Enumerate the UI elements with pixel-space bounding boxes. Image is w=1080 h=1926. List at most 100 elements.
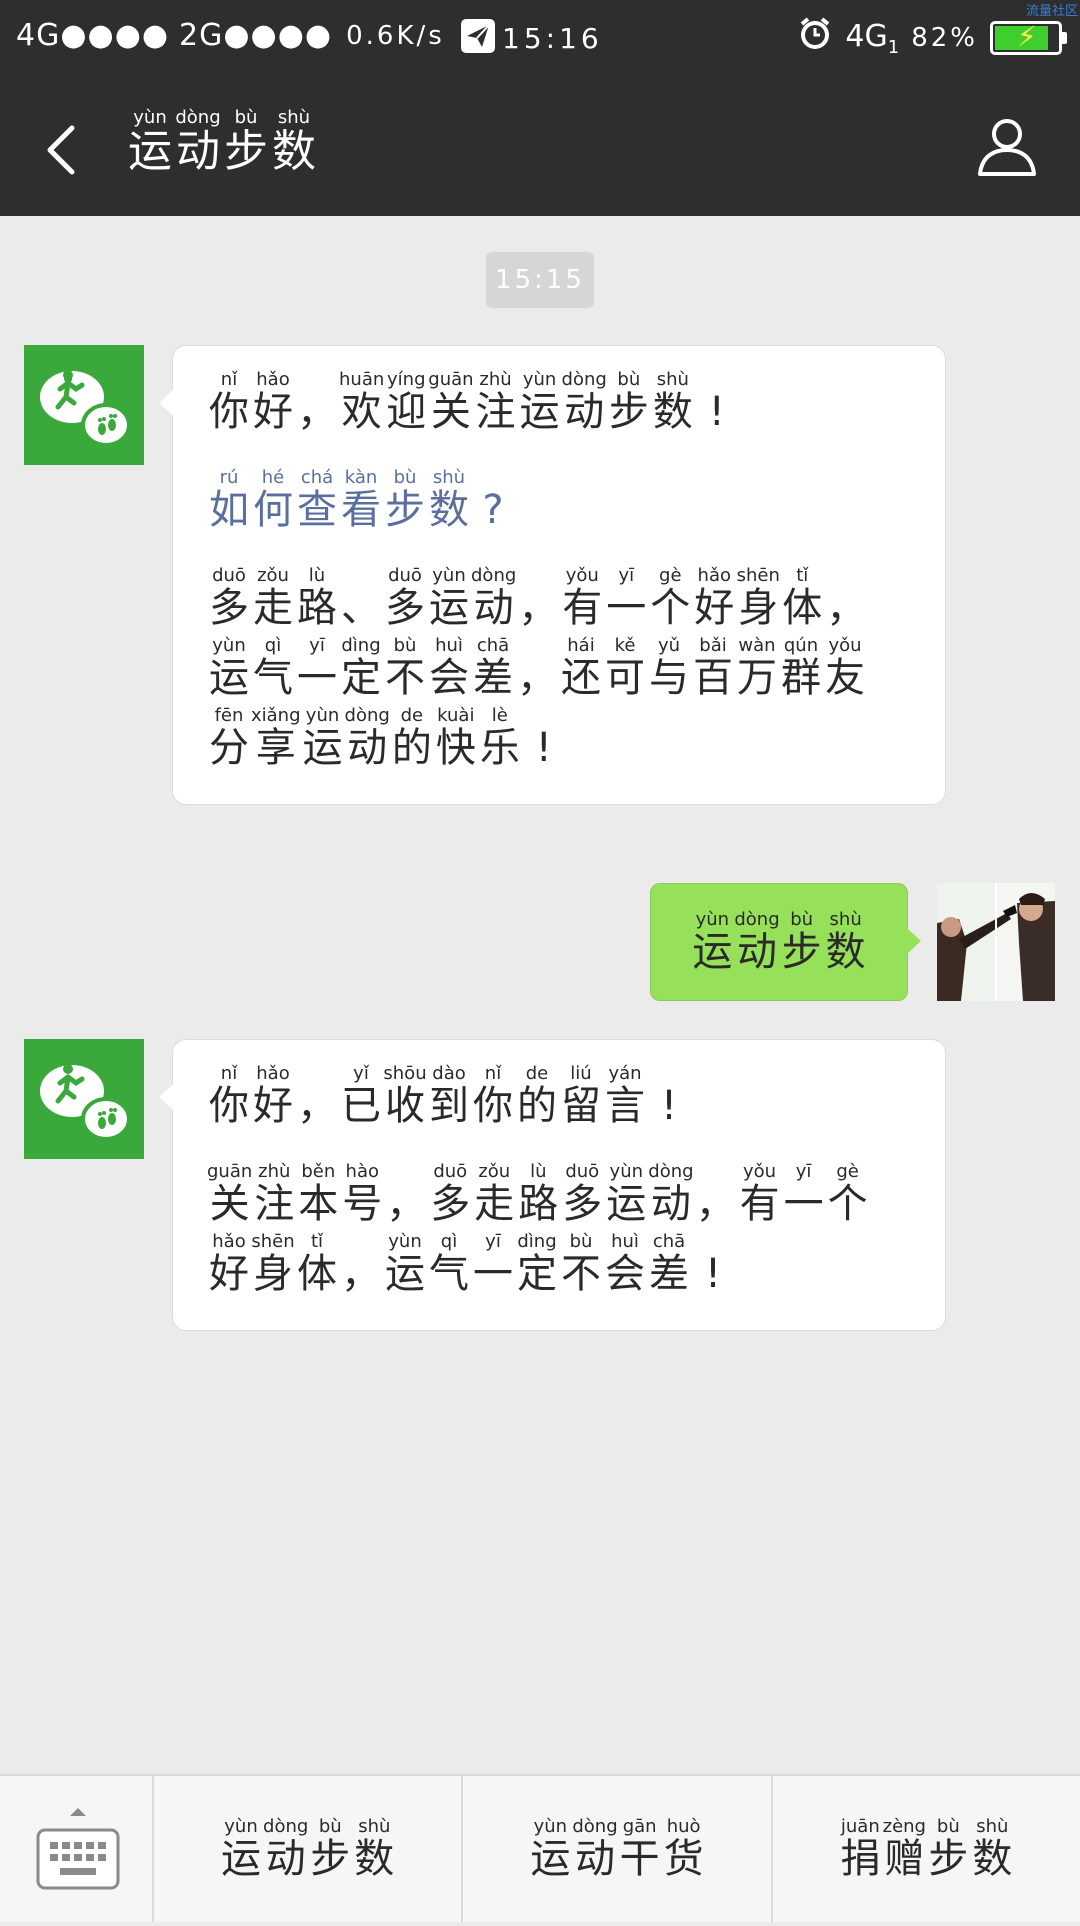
pinyin: bù [617,369,641,390]
hanzi: 动 [737,929,777,975]
pinyin: bǎi [699,635,727,656]
hanzi: 好 [253,1083,293,1129]
ruby-char: yùn 运 [518,370,562,435]
hanzi: 有 [739,1181,780,1227]
pinyin: hǎo [697,565,731,586]
sent-message-bubble[interactable]: yùn 运 dòng 动 bù 步 shù 数 [650,883,921,1001]
message-bubble-3[interactable]: nǐ 你 hǎo 好， yǐ 已 shōu 收 dào 到 nǐ 你 de 的 liú 留 yán 言! guān… [159,1039,946,1331]
ruby-char: ， [516,566,560,630]
text-line: nǐ 你 hǎo 好， yǐ 已 shōu 收 dào 到 nǐ 你 de 的 liú 留 yán 言! [207,1063,915,1129]
hanzi: 不 [385,655,425,701]
pinyin: dòng [572,1816,618,1837]
pinyin: bù [393,467,417,488]
pinyin: zèng [882,1816,926,1837]
pinyin: yǐ [353,1063,369,1084]
bot-avatar[interactable] [24,345,144,465]
pinyin: zhù [479,369,512,390]
hanzi: 数 [429,487,469,533]
corner-tag: 流量社区 [1025,4,1078,19]
alarm-icon [797,16,833,60]
ruby-char: hé 何 [251,467,295,533]
message-bubble-1[interactable]: nǐ 你 hǎo 好， huān 欢 yíng 迎 guān 关 zhù 注 yùn 运 dòng 动 bù 步 s… [159,345,946,805]
pinyin: duō [565,1161,600,1182]
keyboard-toggle-button[interactable] [0,1776,154,1922]
pinyin: rú [219,467,239,488]
text-line: duō 多 zǒu 走 lù 路、 duō 多 yùn 运 dòng 动， yǒu 有 yī 一 gè 个 hǎo 好… [207,565,915,631]
pinyin: chá [300,467,334,488]
ruby-char: shù 数 [651,370,695,435]
how-to-check-steps-link[interactable]: rú 如 hé 何 chá 查 kàn 看 bù 步 shù 数? [207,467,915,533]
hanzi: 动 [650,1181,691,1227]
hanzi: 一 [783,1181,824,1227]
pinyin: hái [567,635,595,656]
hanzi: 运 [221,1836,262,1882]
hanzi: 你 [473,1083,513,1129]
ruby-char: ! [695,370,739,434]
menu-tips-button[interactable]: yùn 运 dòng 动 gān 干 huò 货 [463,1776,773,1922]
ruby-char: dìng 定 [339,636,383,701]
hanzi: 看 [341,487,381,533]
hanzi: 好 [209,1251,249,1297]
ruby-char: guān 关 [207,1162,252,1227]
ruby-char: bù 步 [780,910,824,975]
menu-steps-button[interactable]: yùn 运 dòng 动 bù 步 shù 数 [154,1776,464,1922]
ruby-char: dòng 动 [471,565,517,631]
hanzi: ! [704,1251,722,1297]
pinyin: qún [783,635,819,656]
ruby-char: yī 一 [782,1162,826,1227]
hanzi: 好 [253,389,293,435]
ruby-char: ， [694,1162,738,1226]
pinyin: xiǎng [251,705,301,726]
ruby-char: bù 步 [383,467,427,533]
ruby-char: ! [647,1064,691,1128]
text-line: guān 关 zhù 注 běn 本 hào 号， duō 多 zǒu 走 lù 路 duō 多 yùn 运 dòn… [207,1161,915,1227]
runner-logo-icon [40,370,131,447]
hanzi: 运 [385,1251,425,1297]
pinyin: yùn [388,1231,422,1252]
pinyin: dòng [471,565,517,586]
ruby-char: yán 言 [603,1064,647,1129]
hanzi: 走 [253,585,293,631]
hanzi: 多 [209,585,249,631]
hanzi: ! [660,1083,678,1129]
user-avatar[interactable] [937,883,1055,1001]
pinyin: hé [261,467,285,488]
pinyin: yíng [387,369,426,390]
pinyin: juān [840,1816,880,1837]
hanzi: 万 [737,655,777,701]
hanzi: 动 [176,126,220,177]
hanzi: 动 [574,1836,615,1882]
hanzi: 的 [517,1083,557,1129]
ruby-char: dòng 动 [562,370,607,435]
back-button[interactable] [36,112,96,182]
text-line: fēn 分 xiǎng 享 yùn 运 dòng 动 de 的 kuài 快 lè 乐! [207,705,915,771]
hanzi: 收 [385,1083,425,1129]
hanzi: 体 [297,1251,337,1297]
ruby-char: gè 个 [648,566,692,631]
profile-button[interactable] [974,114,1040,180]
hanzi: 动 [473,585,514,631]
ruby-char: yùn 运 [126,108,174,176]
hanzi: 货 [663,1836,704,1882]
menu-donate-label: juān 捐 zèng 赠 bù 步 shù 数 [838,1816,1014,1882]
pinyin: bù [318,1816,342,1837]
pinyin: huān [339,369,385,390]
ruby-char: de 的 [390,706,434,771]
ruby-char: huò 货 [662,1817,706,1882]
hanzi: 数 [272,126,316,177]
pinyin: yùn [133,107,167,128]
ruby-char: guān 关 [428,370,473,435]
hanzi: ， [518,585,559,631]
menu-donate-button[interactable]: juān 捐 zèng 赠 bù 步 shù 数 [773,1776,1080,1922]
ruby-char: lù 路 [516,1162,560,1227]
ruby-char: huì 会 [603,1232,647,1297]
pinyin: lù [308,565,326,586]
text-line: yùn 运 dòng 动 bù 步 shù 数 [690,910,867,975]
hanzi: ! [708,389,725,435]
hanzi: 可 [605,655,645,701]
ruby-char: dòng 动 [174,108,222,176]
bot-avatar-2[interactable] [24,1039,144,1159]
hanzi: 注 [475,389,516,435]
hanzi: 步 [385,487,425,533]
ruby-char: ， [295,370,339,434]
